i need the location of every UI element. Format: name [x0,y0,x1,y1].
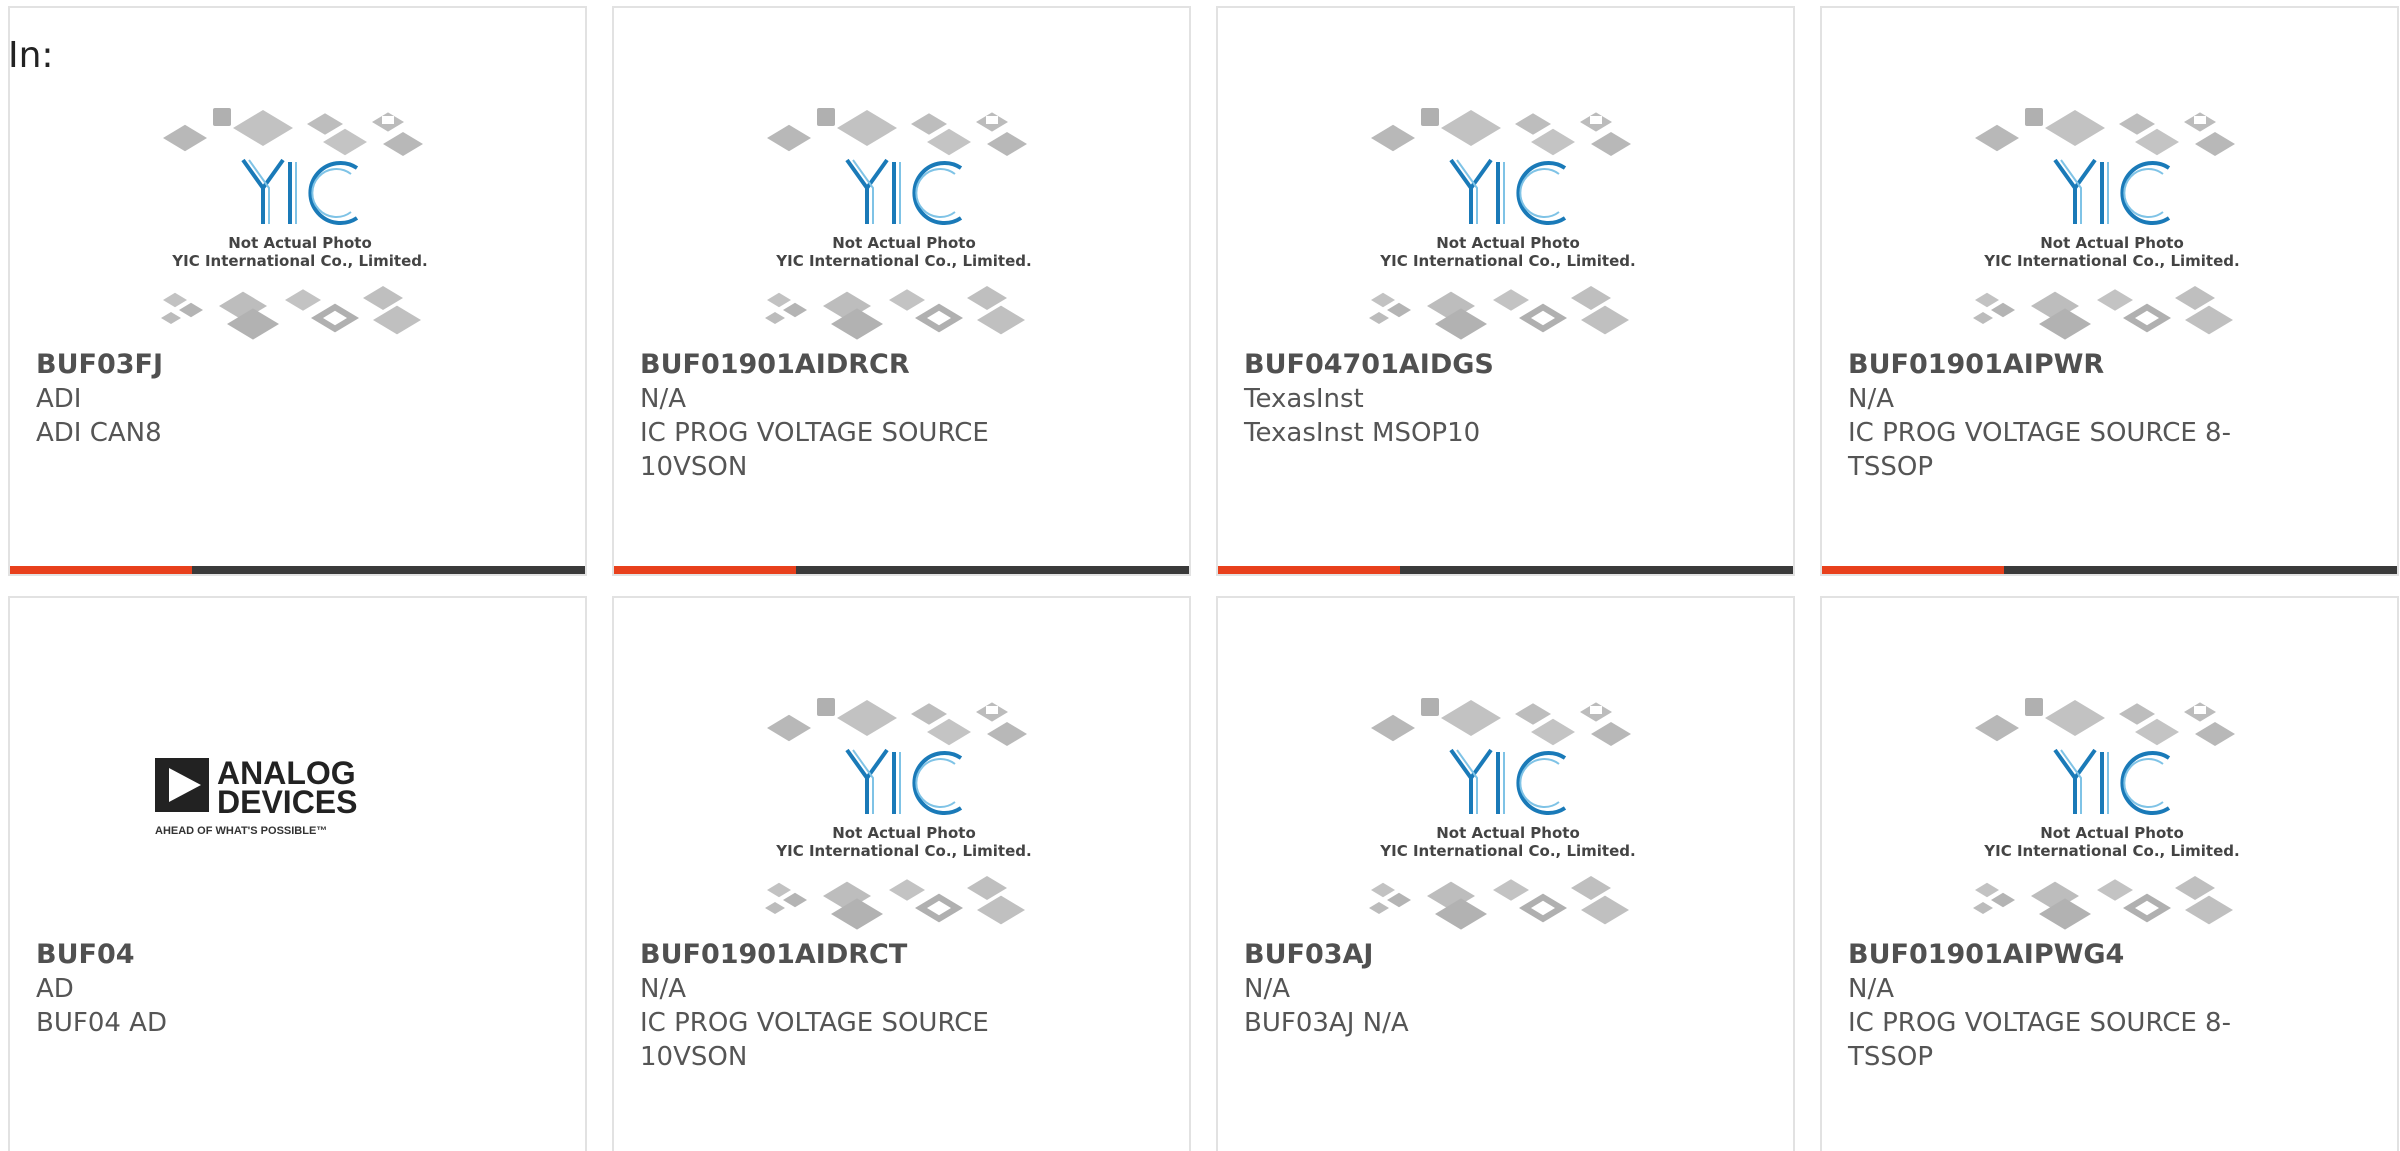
placeholder-caption-1: Not Actual Photo [1436,234,1580,252]
manufacturer: N/A [1244,974,1290,1004]
product-card[interactable]: ANALOG DEVICES AHEAD OF WHAT'S POSSIBLE™… [8,596,587,1151]
part-number[interactable]: BUF01901AIPWR [1848,348,2298,382]
product-card[interactable]: Not Actual Photo YIC International Co., … [612,6,1191,576]
placeholder-caption-1: Not Actual Photo [2040,824,2184,842]
description: IC PROG VOLTAGE SOURCE 8-TSSOP [1848,418,2231,482]
part-number[interactable]: BUF03AJ [1244,938,1694,972]
card-bottom-bar [1218,566,1793,574]
placeholder-caption-1: Not Actual Photo [832,234,976,252]
description: ADI CAN8 [36,418,162,448]
card-bar-accent [614,566,796,574]
placeholder-caption-1: Not Actual Photo [1436,824,1580,842]
manufacturer: N/A [1848,974,1894,1004]
placeholder-caption-1: Not Actual Photo [228,234,372,252]
product-card[interactable]: Not Actual Photo YIC International Co., … [8,6,587,576]
product-card[interactable]: Not Actual Photo YIC International Co., … [1820,596,2399,1151]
description: TexasInst MSOP10 [1244,418,1481,448]
chip-placeholder-icon: Not Actual Photo YIC International Co., … [739,96,1069,346]
product-info: BUF04701AIDGS TexasInst TexasInst MSOP10 [1244,348,1694,450]
card-bar-accent [1822,566,2004,574]
product-grid: Not Actual Photo YIC International Co., … [8,6,2399,1151]
product-image[interactable]: ANALOG DEVICES AHEAD OF WHAT'S POSSIBLE™ [135,686,465,936]
manufacturer: N/A [1848,384,1894,414]
part-number[interactable]: BUF01901AIPWG4 [1848,938,2298,972]
product-image[interactable]: Not Actual Photo YIC International Co., … [1947,686,2277,936]
manufacturer: N/A [640,384,686,414]
description: IC PROG VOLTAGE SOURCE 10VSON [640,418,989,482]
placeholder-caption-2: YIC International Co., Limited. [1983,252,2239,270]
placeholder-caption-1: Not Actual Photo [2040,234,2184,252]
product-info: BUF01901AIDRCT N/A IC PROG VOLTAGE SOURC… [640,938,1090,1074]
placeholder-caption-2: YIC International Co., Limited. [171,252,427,270]
part-number[interactable]: BUF01901AIDRCT [640,938,1090,972]
placeholder-caption-2: YIC International Co., Limited. [775,842,1031,860]
product-image[interactable]: Not Actual Photo YIC International Co., … [135,96,465,346]
part-number[interactable]: BUF03FJ [36,348,486,382]
placeholder-caption-2: YIC International Co., Limited. [1379,252,1635,270]
product-info: BUF03FJ ADI ADI CAN8 [36,348,486,450]
product-image[interactable]: Not Actual Photo YIC International Co., … [1343,96,1673,346]
manufacturer: ADI [36,384,82,414]
placeholder-caption-2: YIC International Co., Limited. [775,252,1031,270]
product-image[interactable]: Not Actual Photo YIC International Co., … [739,96,1069,346]
product-info: BUF03AJ N/A BUF03AJ N/A [1244,938,1694,1040]
part-number[interactable]: BUF04 [36,938,486,972]
product-card[interactable]: Not Actual Photo YIC International Co., … [1216,6,1795,576]
chip-placeholder-icon: Not Actual Photo YIC International Co., … [1947,96,2277,346]
product-info: BUF01901AIPWG4 N/A IC PROG VOLTAGE SOURC… [1848,938,2298,1074]
product-info: BUF04 AD BUF04 AD [36,938,486,1040]
part-number[interactable]: BUF01901AIDRCR [640,348,1090,382]
part-number[interactable]: BUF04701AIDGS [1244,348,1694,382]
product-image[interactable]: Not Actual Photo YIC International Co., … [1947,96,2277,346]
card-bar-accent [10,566,192,574]
product-info: BUF01901AIDRCR N/A IC PROG VOLTAGE SOURC… [640,348,1090,484]
product-card[interactable]: Not Actual Photo YIC International Co., … [1216,596,1795,1151]
card-bottom-bar [10,566,585,574]
chip-placeholder-icon: Not Actual Photo YIC International Co., … [739,686,1069,936]
card-bottom-bar [614,566,1189,574]
description: BUF03AJ N/A [1244,1008,1409,1038]
product-card[interactable]: Not Actual Photo YIC International Co., … [612,596,1191,1151]
product-image[interactable]: Not Actual Photo YIC International Co., … [739,686,1069,936]
description: BUF04 AD [36,1008,167,1038]
manufacturer: TexasInst [1244,384,1364,414]
analog-devices-logo-icon: ANALOG DEVICES AHEAD OF WHAT'S POSSIBLE™ [135,686,465,936]
card-bar-accent [1218,566,1400,574]
chip-placeholder-icon: Not Actual Photo YIC International Co., … [1343,96,1673,346]
description: IC PROG VOLTAGE SOURCE 8-TSSOP [1848,1008,2231,1072]
product-info: BUF01901AIPWR N/A IC PROG VOLTAGE SOURCE… [1848,348,2298,484]
product-card[interactable]: Not Actual Photo YIC International Co., … [1820,6,2399,576]
placeholder-caption-2: YIC International Co., Limited. [1983,842,2239,860]
placeholder-caption-2: YIC International Co., Limited. [1379,842,1635,860]
brand-logo-line2: DEVICES [217,784,357,820]
chip-placeholder-icon: Not Actual Photo YIC International Co., … [135,96,465,346]
manufacturer: AD [36,974,74,1004]
brand-logo-tagline: AHEAD OF WHAT'S POSSIBLE™ [155,825,327,837]
chip-placeholder-icon: Not Actual Photo YIC International Co., … [1343,686,1673,936]
product-image[interactable]: Not Actual Photo YIC International Co., … [1343,686,1673,936]
product-grid-page: In: Not Actual Photo YIC International C… [0,0,2400,1151]
filter-label: In: [8,35,54,76]
card-bottom-bar [1822,566,2397,574]
chip-placeholder-icon: Not Actual Photo YIC International Co., … [1947,686,2277,936]
description: IC PROG VOLTAGE SOURCE 10VSON [640,1008,989,1072]
manufacturer: N/A [640,974,686,1004]
placeholder-caption-1: Not Actual Photo [832,824,976,842]
